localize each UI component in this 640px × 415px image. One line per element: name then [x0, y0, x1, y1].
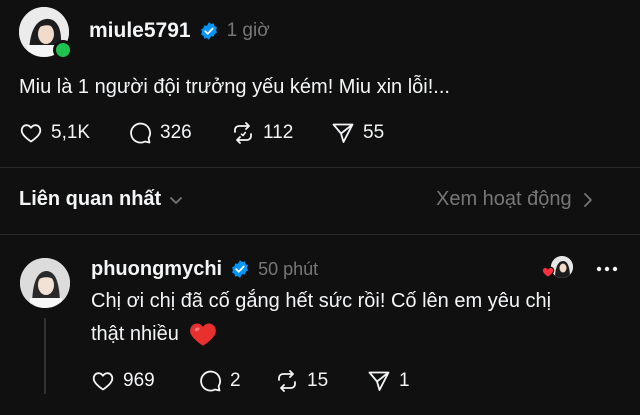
like-count: 5,1K: [51, 122, 91, 143]
chevron-down-icon: [170, 196, 183, 204]
share-icon: [332, 123, 354, 143]
chevron-right-icon: [583, 192, 592, 207]
divider: [0, 234, 640, 235]
heart-icon: [92, 372, 114, 391]
reply-share-button[interactable]: 1: [367, 369, 410, 393]
comment-button[interactable]: 326: [128, 121, 192, 145]
thread-line: [44, 318, 46, 394]
reply-share-count: 1: [399, 370, 410, 391]
verified-icon: [200, 22, 217, 40]
divider: [0, 167, 640, 168]
reply-comment-button[interactable]: 2: [198, 369, 241, 393]
like-button[interactable]: 5,1K: [19, 121, 90, 145]
post-header: miule5791 1 giờ: [89, 17, 270, 45]
reply-like-button[interactable]: 969: [91, 369, 155, 393]
reply-repost-button[interactable]: 15: [275, 369, 328, 393]
repost-icon: [234, 122, 252, 144]
reply-header: phuongmychi 50 phút: [91, 255, 318, 283]
sort-label: Liên quan nhất: [19, 188, 162, 210]
reply-comment-count: 2: [230, 370, 241, 391]
avatar-illustration: [20, 258, 70, 308]
reply-time: 50 phút: [258, 258, 319, 279]
red-heart-emoji: [190, 323, 216, 346]
post-username[interactable]: miule5791: [89, 19, 191, 43]
more-icon[interactable]: [596, 266, 618, 272]
reply-text-line2: thật nhiều: [91, 321, 217, 347]
online-indicator: [53, 40, 73, 60]
share-icon: [368, 371, 390, 391]
repost-button[interactable]: 112: [231, 121, 293, 145]
repost-icon: [278, 370, 296, 392]
reply-username[interactable]: phuongmychi: [91, 258, 222, 281]
sort-dropdown[interactable]: Liên quan nhất: [19, 188, 183, 211]
reply-text-line1: Chị ơi chị đã cố gắng hết sức rồi! Cố lê…: [91, 290, 552, 312]
view-activity-label: Xem hoạt động: [436, 188, 572, 210]
comment-count: 326: [160, 122, 192, 143]
share-count: 55: [363, 122, 385, 143]
view-activity-link[interactable]: Xem hoạt động: [436, 188, 594, 211]
post-time: 1 giờ: [226, 20, 270, 41]
reply-avatar[interactable]: [20, 258, 70, 308]
comment-icon: [200, 370, 221, 392]
reply-like-count: 969: [123, 370, 155, 391]
heart-icon: [541, 266, 555, 278]
comment-icon: [130, 122, 151, 144]
verified-icon: [232, 260, 249, 278]
post-text: Miu là 1 người đội trưởng yếu kém! Miu x…: [19, 76, 450, 98]
reply-repost-count: 15: [307, 370, 329, 391]
share-button[interactable]: 55: [331, 121, 384, 145]
reply-text-line2-text: thật nhiều: [91, 322, 179, 345]
heart-icon: [20, 124, 42, 143]
repost-count: 112: [263, 122, 294, 143]
